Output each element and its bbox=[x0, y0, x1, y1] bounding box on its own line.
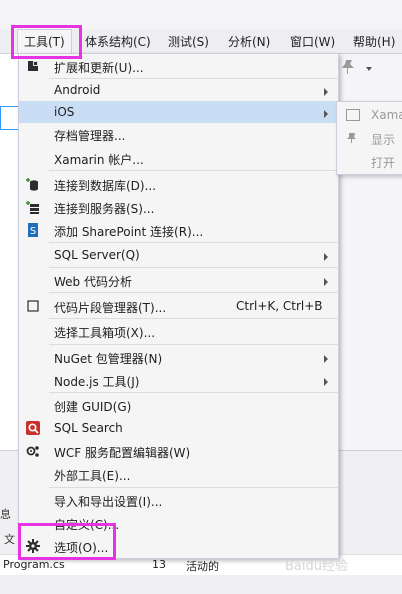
submenu-arrow-icon bbox=[324, 110, 328, 118]
highlight-tools-menu bbox=[11, 25, 82, 59]
submenu-item-xamarin[interactable]: Xama bbox=[337, 104, 402, 126]
menu-item-sql-search[interactable]: SQL Search bbox=[19, 417, 338, 439]
separator bbox=[49, 392, 338, 393]
menu-item-label: 连接到数据库(D)... bbox=[54, 179, 157, 193]
menu-item-label: 存档管理器... bbox=[54, 129, 126, 143]
menu-item-label: iOS bbox=[54, 105, 75, 119]
wcf-config-icon bbox=[26, 446, 39, 457]
menu-item-label: Web 代码分析 bbox=[54, 275, 132, 289]
menu-item-xamarin-account[interactable]: Xamarin 帐户... bbox=[19, 147, 338, 169]
menu-analyze[interactable]: 分析(N) bbox=[228, 33, 270, 50]
submenu-item-label: 打开 bbox=[371, 156, 396, 170]
submenu-arrow-icon bbox=[324, 88, 328, 96]
server-connect-icon bbox=[26, 201, 39, 214]
menu-window[interactable]: 窗口(W) bbox=[290, 33, 335, 50]
highlight-options-item bbox=[18, 523, 116, 560]
menu-item-label: NuGet 包管理器(N) bbox=[54, 352, 163, 366]
database-connect-icon bbox=[26, 178, 38, 191]
ios-submenu: Xama 显示 打开 bbox=[336, 101, 402, 175]
separator bbox=[49, 318, 338, 319]
tools-dropdown-menu: 扩展和更新(U)... Android iOS 存档管理器... Xamarin… bbox=[18, 53, 339, 559]
menu-item-nuget[interactable]: NuGet 包管理器(N) bbox=[19, 346, 338, 368]
menu-item-label: SQL Server(Q) bbox=[54, 248, 140, 262]
svg-text:S: S bbox=[30, 226, 36, 237]
output-tab-label[interactable]: 息 bbox=[0, 506, 11, 522]
separator bbox=[49, 170, 338, 171]
menu-item-import-export[interactable]: 导入和导出设置(I)... bbox=[19, 489, 338, 511]
menu-item-create-guid[interactable]: 创建 GUID(G) bbox=[19, 394, 338, 416]
menu-item-label: Xamarin 帐户... bbox=[54, 153, 144, 167]
menu-item-add-sharepoint[interactable]: S 添加 SharePoint 连接(R)... bbox=[19, 219, 338, 241]
menu-test[interactable]: 测试(S) bbox=[168, 33, 209, 50]
left-input-field[interactable] bbox=[0, 106, 20, 130]
menu-item-label: 扩展和更新(U)... bbox=[54, 61, 144, 75]
line-number: 13 bbox=[152, 558, 166, 571]
separator bbox=[49, 487, 338, 488]
menu-item-connect-database[interactable]: 连接到数据库(D)... bbox=[19, 173, 338, 195]
separator bbox=[49, 344, 338, 345]
watermark: Baidu经验 bbox=[285, 559, 348, 574]
menu-item-label: 选择工具箱项(X)... bbox=[54, 326, 156, 340]
submenu-arrow-icon bbox=[324, 355, 328, 363]
submenu-item-label: 显示 bbox=[371, 133, 396, 147]
menu-item-label: WCF 服务配置编辑器(W) bbox=[54, 446, 191, 460]
menu-item-label: 连接到服务器(S)... bbox=[54, 202, 155, 216]
menu-item-sql-server[interactable]: SQL Server(Q) bbox=[19, 244, 338, 266]
menu-item-android[interactable]: Android bbox=[19, 79, 338, 101]
menu-item-nodejs[interactable]: Node.js 工具(J) bbox=[19, 369, 338, 391]
file-tab-label[interactable]: 文 bbox=[4, 531, 15, 547]
submenu-item-label: Xama bbox=[371, 108, 402, 122]
menu-item-external-tools[interactable]: 外部工具(E)... bbox=[19, 463, 338, 485]
submenu-arrow-icon bbox=[324, 378, 328, 386]
sharepoint-icon: S bbox=[28, 223, 38, 237]
menu-help[interactable]: 帮助(H) bbox=[353, 33, 395, 50]
separator bbox=[49, 267, 338, 268]
submenu-item-open[interactable]: 打开 bbox=[337, 150, 402, 172]
menu-item-label: 创建 GUID(G) bbox=[54, 400, 132, 414]
submenu-arrow-icon bbox=[324, 253, 328, 261]
menu-item-label: 外部工具(E)... bbox=[54, 469, 131, 483]
menu-item-wcf-editor[interactable]: WCF 服务配置编辑器(W) bbox=[19, 440, 338, 462]
separator bbox=[49, 242, 338, 243]
separator bbox=[49, 292, 338, 293]
submenu-item-show[interactable]: 显示 bbox=[337, 127, 402, 149]
status-text: 活动的 bbox=[186, 560, 219, 573]
menu-item-label: 导入和导出设置(I)... bbox=[54, 495, 163, 509]
submenu-arrow-icon bbox=[324, 278, 328, 286]
menu-item-ios[interactable]: iOS bbox=[19, 101, 338, 123]
extensions-icon bbox=[28, 61, 38, 71]
menu-item-shortcut: Ctrl+K, Ctrl+B bbox=[236, 299, 323, 313]
menu-item-code-snippets[interactable]: 代码片段管理器(T)... Ctrl+K, Ctrl+B bbox=[19, 295, 338, 317]
menu-item-label: Node.js 工具(J) bbox=[54, 375, 140, 389]
code-snippet-icon bbox=[27, 300, 39, 312]
menu-item-label: Android bbox=[54, 83, 101, 97]
menu-item-web-code-analysis[interactable]: Web 代码分析 bbox=[19, 269, 338, 291]
menu-item-connect-server[interactable]: 连接到服务器(S)... bbox=[19, 196, 338, 218]
menu-item-label: SQL Search bbox=[54, 421, 123, 435]
pin-icon bbox=[347, 133, 356, 143]
menu-item-label: 代码片段管理器(T)... bbox=[54, 301, 167, 315]
right-toolbar bbox=[338, 56, 402, 78]
menu-item-choose-toolbox[interactable]: 选择工具箱项(X)... bbox=[19, 320, 338, 342]
monitor-icon bbox=[346, 109, 360, 121]
sql-search-icon bbox=[26, 421, 40, 435]
toolbar-pin-icon[interactable] bbox=[338, 56, 378, 76]
menu-architecture[interactable]: 体系结构(C) bbox=[85, 33, 151, 50]
menu-item-archive-manager[interactable]: 存档管理器... bbox=[19, 123, 338, 145]
menu-item-label: 添加 SharePoint 连接(R)... bbox=[54, 225, 204, 239]
